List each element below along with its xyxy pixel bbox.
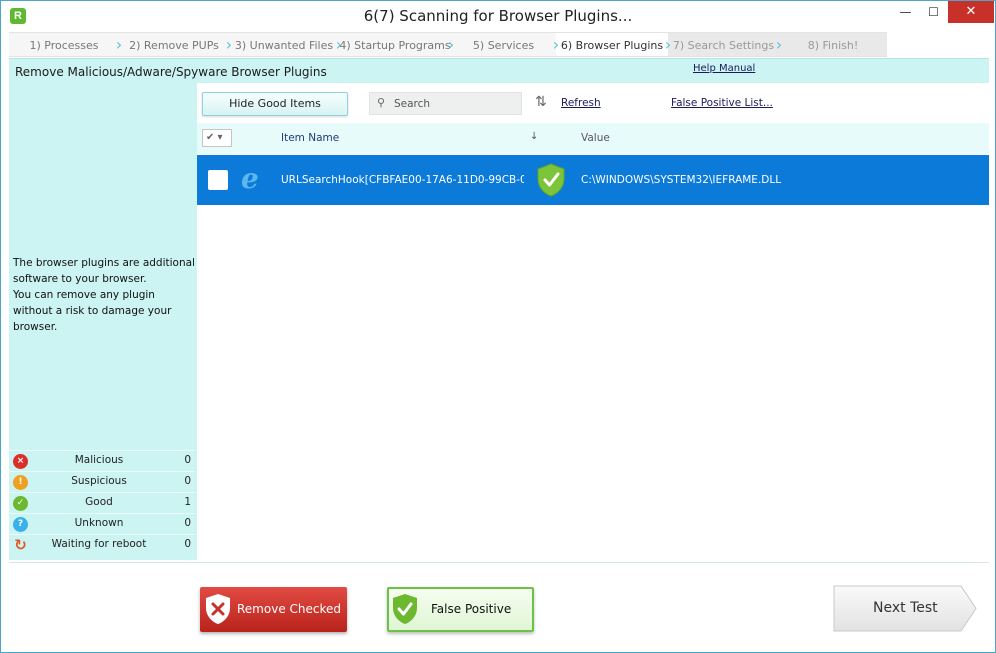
false-positive-button[interactable]: False Positive: [387, 587, 534, 632]
stat-label: Good: [85, 496, 113, 508]
stat-label: Suspicious: [71, 475, 127, 487]
toolbar: Hide Good Items ⚲ ⇅ Refresh False Positi…: [197, 83, 989, 123]
good-shield-icon: ✓: [13, 496, 28, 511]
hide-good-items-button[interactable]: Hide Good Items: [202, 92, 348, 116]
remove-shield-icon: [206, 594, 230, 624]
step-label: 4) Startup Programs: [339, 39, 451, 52]
good-shield-icon: [537, 163, 565, 197]
step-label: 3) Unwanted Files: [234, 39, 334, 52]
row-item-name: URLSearchHook[CFBFAE00-17A6-11D0-99CB-00…: [281, 174, 524, 186]
search-input[interactable]: [394, 96, 519, 111]
step-label: 5) Services: [472, 39, 535, 52]
false-positive-list-link[interactable]: False Positive List...: [671, 97, 773, 109]
search-icon: ⚲: [377, 96, 386, 109]
maximize-button[interactable]: ☐: [920, 1, 947, 23]
step-startup-programs[interactable]: 4) Startup Programs ›: [339, 32, 454, 57]
step-label: 2) Remove PUPs: [129, 39, 219, 52]
stat-count: 1: [184, 496, 191, 508]
unknown-shield-icon: ?: [13, 517, 28, 532]
stat-label: Malicious: [74, 454, 124, 466]
step-label: 1) Processes: [29, 39, 99, 52]
step-arrow-icon: ›: [225, 35, 233, 54]
step-arrow-icon: ›: [664, 35, 672, 54]
refresh-link[interactable]: Refresh: [561, 97, 601, 109]
step-label: 8) Finish!: [807, 39, 859, 52]
step-remove-pups[interactable]: 2) Remove PUPs ›: [119, 32, 232, 57]
app-window: R 6(7) Scanning for Browser Plugins... —…: [0, 0, 996, 653]
step-arrow-icon: ›: [775, 35, 783, 54]
stat-row-suspicious: ! Suspicious 0: [9, 471, 195, 492]
stat-row-malicious: × Malicious 0: [9, 450, 195, 471]
sidebar-info-text: The browser plugins are additional softw…: [13, 257, 195, 333]
remove-checked-button[interactable]: Remove Checked: [200, 587, 347, 632]
stat-count: 0: [184, 454, 191, 466]
step-arrow-icon: ›: [115, 35, 123, 54]
stat-row-reboot: ↻ Waiting for reboot 0: [9, 534, 195, 555]
next-test-label: Next Test: [873, 600, 938, 616]
stat-row-good: ✓ Good 1: [9, 492, 195, 513]
step-unwanted-files[interactable]: 3) Unwanted Files ›: [229, 32, 342, 57]
step-arrow-icon: ›: [552, 35, 560, 54]
reboot-icon: ↻: [14, 536, 27, 554]
table-header: ✔ ▾ Item Name ↓ Value: [197, 123, 989, 154]
bottom-bar: Remove Checked False Positive Next Test: [9, 562, 989, 646]
refresh-icon[interactable]: ⇅: [535, 94, 547, 110]
false-positive-label: False Positive: [431, 602, 512, 616]
close-button[interactable]: ✕: [948, 1, 994, 23]
window-title: 6(7) Scanning for Browser Plugins...: [363, 7, 633, 25]
section-header: Remove Malicious/Adware/Spyware Browser …: [9, 58, 989, 83]
select-all-checkbox[interactable]: ✔ ▾: [202, 129, 232, 147]
step-processes[interactable]: 1) Processes ›: [9, 32, 122, 57]
column-header-item-name[interactable]: Item Name: [281, 132, 339, 144]
suspicious-shield-icon: !: [13, 475, 28, 490]
false-positive-shield-icon: [393, 594, 417, 624]
remove-checked-label: Remove Checked: [237, 602, 341, 616]
search-box[interactable]: ⚲: [369, 92, 522, 115]
stat-count: 0: [184, 475, 191, 487]
stats-list: × Malicious 0 ! Suspicious 0 ✓ Good 1 ? …: [9, 450, 195, 555]
step-label: 7) Search Settings: [672, 39, 775, 52]
step-services[interactable]: 5) Services ›: [451, 32, 559, 57]
malicious-shield-icon: ×: [13, 454, 28, 469]
step-finish[interactable]: 8) Finish!: [779, 32, 887, 57]
stat-row-unknown: ? Unknown 0: [9, 513, 195, 534]
wizard-steps: 1) Processes › 2) Remove PUPs › 3) Unwante…: [9, 32, 989, 57]
section-title: Remove Malicious/Adware/Spyware Browser …: [15, 65, 327, 79]
internet-explorer-icon: e: [241, 162, 259, 195]
row-value: C:\WINDOWS\SYSTEM32\IEFRAME.DLL: [581, 174, 782, 186]
step-search-settings[interactable]: 7) Search Settings ›: [668, 32, 782, 57]
stat-label: Waiting for reboot: [51, 538, 147, 550]
sidebar: The browser plugins are additional softw…: [9, 83, 197, 560]
next-test-button[interactable]: Next Test: [833, 585, 978, 632]
main-panel: Hide Good Items ⚲ ⇅ Refresh False Positi…: [197, 83, 989, 560]
step-arrow-icon: ›: [447, 35, 455, 54]
stat-label: Unknown: [74, 517, 124, 529]
step-browser-plugins[interactable]: 6) Browser Plugins ›: [556, 32, 671, 57]
column-header-value[interactable]: Value: [581, 132, 610, 144]
stat-count: 0: [184, 538, 191, 550]
row-checkbox[interactable]: [208, 170, 228, 190]
stat-count: 0: [184, 517, 191, 529]
sort-arrow-icon[interactable]: ↓: [530, 131, 538, 142]
step-label: 6) Browser Plugins: [560, 39, 664, 52]
minimize-button[interactable]: —: [892, 1, 919, 23]
help-manual-link[interactable]: Help Manual: [693, 63, 755, 74]
step-arrow-icon: ›: [335, 35, 343, 54]
title-bar: R 6(7) Scanning for Browser Plugins... —…: [1, 1, 995, 32]
table-row[interactable]: e URLSearchHook[CFBFAE00-17A6-11D0-99CB-…: [197, 155, 989, 205]
